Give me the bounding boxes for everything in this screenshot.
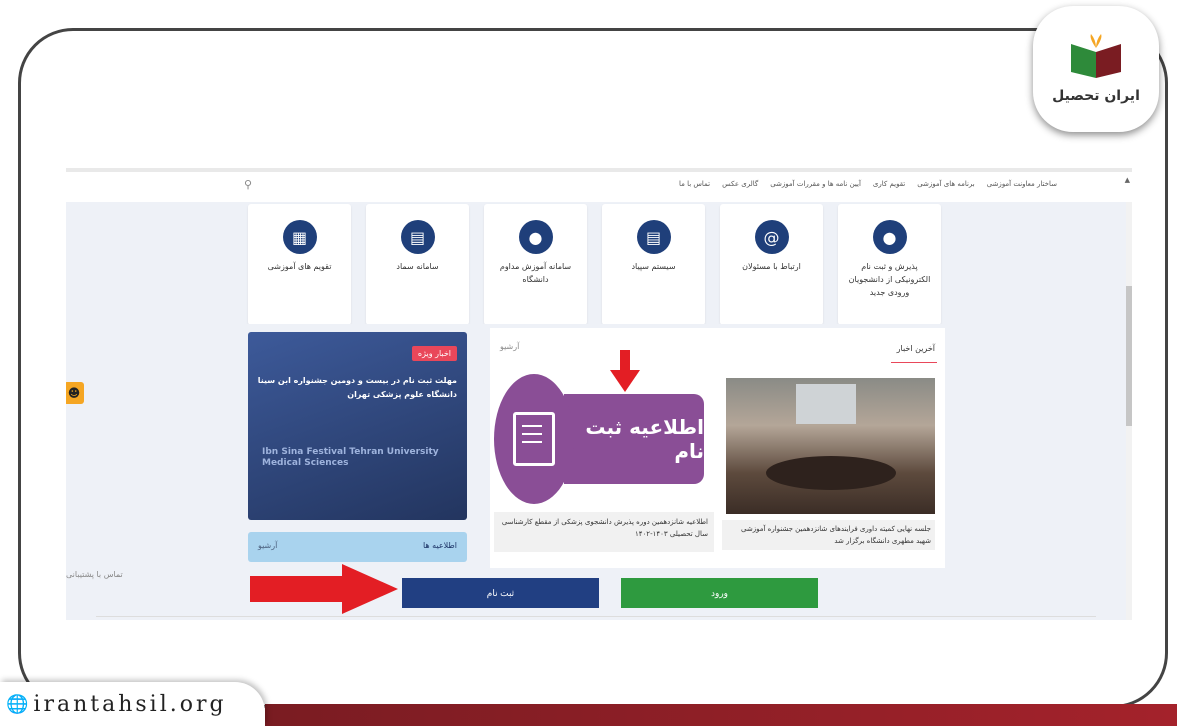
card-continuing-education[interactable]: ● سامانه آموزش مداوم دانشگاه: [484, 204, 587, 325]
book-icon: ▤: [400, 220, 435, 254]
red-right-arrow-icon: [250, 564, 398, 614]
footer-divider: [96, 616, 1096, 617]
card-label: پذیرش و ثبت نام الکترونیکی از دانشجویان …: [848, 262, 931, 297]
nav-menu: ساختار معاونت آموزشی برنامه های آموزشی ت…: [679, 180, 1057, 188]
special-news-tag: اخبار ویژه: [411, 346, 457, 361]
card-label: سامانه سماد: [396, 262, 439, 271]
card-sepiad[interactable]: ▤ سیستم سپیاد: [602, 204, 705, 325]
news-photo-meeting[interactable]: [726, 378, 935, 514]
scroll-up-arrow-icon[interactable]: ▲: [1125, 176, 1130, 184]
card-label: سیستم سپیاد: [631, 262, 676, 271]
card-label: ارتباط با مسئولان: [742, 262, 801, 271]
card-calendars[interactable]: ▦ تقویم های آموزشی: [248, 204, 351, 325]
brand-logo-text: ایران تحصیل: [1052, 88, 1140, 104]
photo-table: [766, 456, 896, 490]
latest-news-panel: آخرین اخبار آرشیو جلسه نهایی کمیته داوری…: [490, 328, 945, 568]
nav-item-gallery[interactable]: گالری عکس: [722, 180, 758, 188]
card-label: تقویم های آموزشی: [267, 262, 332, 271]
site-url-text: irantahsil.org: [33, 691, 227, 717]
photo-projection-screen: [796, 384, 856, 424]
brand-logo: ایران تحصیل: [1033, 6, 1159, 132]
at-icon: @: [754, 220, 789, 254]
announcements-title: اطلاعیه ها: [422, 541, 457, 550]
red-down-arrow-icon: [610, 350, 640, 392]
card-contact-officials[interactable]: @ ارتباط با مسئولان: [720, 204, 823, 325]
nav-item-calendar[interactable]: تقویم کاری: [873, 180, 905, 188]
brand-bar: [265, 704, 1177, 726]
user-icon: ●: [518, 220, 553, 254]
user-icon: ●: [872, 220, 907, 254]
contact-support[interactable]: تماس با پشتیبانی: [66, 570, 123, 579]
news-caption-2[interactable]: اطلاعیه شانزدهمین دوره پذیرش دانشجوی پزش…: [494, 512, 714, 552]
globe-icon: 🌐: [6, 693, 32, 715]
document-pen-icon: [494, 374, 574, 504]
login-button[interactable]: ورود: [621, 578, 818, 608]
site-url-badge: 🌐 irantahsil.org: [0, 682, 265, 726]
nav-item-rules[interactable]: آیین نامه ها و مقررات آموزشی: [770, 180, 861, 188]
register-button[interactable]: ثبت نام: [402, 578, 599, 608]
screenshot-area: ⚲ ساختار معاونت آموزشی برنامه های آموزشی…: [66, 168, 1132, 620]
book-icon: ▤: [636, 220, 671, 254]
search-icon[interactable]: ⚲: [244, 178, 252, 191]
special-news-headline[interactable]: مهلت ثبت نام در بیست و دومین جشنواره ابن…: [257, 374, 457, 402]
title-underline: [891, 362, 937, 363]
card-admission[interactable]: ● پذیرش و ثبت نام الکترونیکی از دانشجویا…: [838, 204, 941, 325]
book-logo-icon: [1071, 34, 1121, 78]
scrollbar-thumb[interactable]: [1126, 286, 1132, 426]
announcements-panel: اطلاعیه ها آرشیو: [248, 532, 467, 562]
card-label: سامانه آموزش مداوم دانشگاه: [499, 262, 572, 284]
services-area: ● پذیرش و ثبت نام الکترونیکی از دانشجویا…: [66, 202, 1126, 325]
special-news-panel[interactable]: اخبار ویژه مهلت ثبت نام در بیست و دومین …: [248, 332, 467, 520]
accessibility-icon[interactable]: ☻: [66, 382, 84, 404]
navbar: ⚲ ساختار معاونت آموزشی برنامه های آموزشی…: [66, 172, 1132, 203]
announcements-archive-link[interactable]: آرشیو: [258, 541, 277, 550]
nav-item-programs[interactable]: برنامه های آموزشی: [917, 180, 975, 188]
latest-news-title: آخرین اخبار: [896, 344, 935, 353]
news-archive-link[interactable]: آرشیو: [500, 342, 519, 351]
calendar-icon: ▦: [282, 220, 317, 254]
news-caption-1[interactable]: جلسه نهایی کمیته داوری فرایندهای شانزدهم…: [722, 520, 935, 550]
registration-banner-text: اطلاعیه ثبت نام: [564, 394, 704, 484]
nav-item-structure[interactable]: ساختار معاونت آموزشی: [987, 180, 1057, 188]
card-samad[interactable]: ▤ سامانه سماد: [366, 204, 469, 325]
registration-banner-image[interactable]: اطلاعیه ثبت نام: [494, 374, 712, 510]
nav-item-contact[interactable]: تماس با ما: [679, 180, 710, 188]
special-news-en-text: Ibn Sina Festival Tehran University Medi…: [262, 447, 439, 468]
